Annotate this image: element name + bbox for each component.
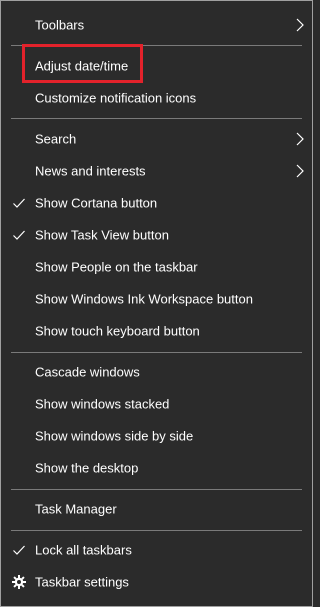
taskbar-context-menu: Toolbars Adjust date/time Customize noti… xyxy=(0,0,313,607)
menu-item-adjust-date-time[interactable]: Adjust date/time xyxy=(1,50,312,82)
checkmark-icon xyxy=(13,198,25,208)
checkmark-icon xyxy=(13,545,25,555)
menu-item-show-windows-side-by-side[interactable]: Show windows side by side xyxy=(1,420,312,452)
menu-item-cascade-windows[interactable]: Cascade windows xyxy=(1,356,312,388)
menu-item-customize-notification-icons[interactable]: Customize notification icons xyxy=(1,82,312,114)
menu-item-label: Show touch keyboard button xyxy=(35,323,200,339)
menu-separator xyxy=(11,352,302,353)
menu-item-taskbar-settings[interactable]: Taskbar settings xyxy=(1,566,312,598)
menu-separator xyxy=(11,489,302,490)
menu-item-show-the-desktop[interactable]: Show the desktop xyxy=(1,452,312,484)
menu-item-show-people-on-taskbar[interactable]: Show People on the taskbar xyxy=(1,251,312,283)
menu-item-label: Show Task View button xyxy=(35,227,169,243)
menu-item-toolbars[interactable]: Toolbars xyxy=(1,9,312,41)
gear-icon xyxy=(12,575,26,589)
menu-item-label: Toolbars xyxy=(35,17,85,33)
menu-item-show-windows-ink-workspace-button[interactable]: Show Windows Ink Workspace button xyxy=(1,283,312,315)
checkmark-icon xyxy=(13,230,25,240)
menu-item-label: Lock all taskbars xyxy=(35,542,132,558)
menu-separator xyxy=(11,45,302,46)
menu-item-search[interactable]: Search xyxy=(1,123,312,155)
menu-item-label: Adjust date/time xyxy=(35,58,129,74)
menu-item-label: Task Manager xyxy=(35,501,117,517)
menu-item-news-and-interests[interactable]: News and interests xyxy=(1,155,312,187)
menu-item-show-task-view-button[interactable]: Show Task View button xyxy=(1,219,312,251)
menu-item-label: Taskbar settings xyxy=(35,574,129,590)
menu-item-label: Search xyxy=(35,131,77,147)
menu-item-label: Show windows stacked xyxy=(35,396,170,412)
menu-item-label: Show the desktop xyxy=(35,460,139,476)
menu-item-label: Customize notification icons xyxy=(35,90,197,106)
menu-item-show-windows-stacked[interactable]: Show windows stacked xyxy=(1,388,312,420)
menu-item-label: News and interests xyxy=(35,163,146,179)
chevron-right-icon xyxy=(296,164,304,178)
menu-item-label: Show Windows Ink Workspace button xyxy=(35,291,253,307)
menu-item-label: Cascade windows xyxy=(35,364,140,380)
menu-item-label: Show Cortana button xyxy=(35,195,158,211)
menu-item-show-cortana-button[interactable]: Show Cortana button xyxy=(1,187,312,219)
menu-separator xyxy=(11,530,302,531)
menu-item-show-touch-keyboard-button[interactable]: Show touch keyboard button xyxy=(1,315,312,347)
chevron-right-icon xyxy=(296,18,304,32)
chevron-right-icon xyxy=(296,132,304,146)
menu-item-task-manager[interactable]: Task Manager xyxy=(1,493,312,525)
menu-item-label: Show windows side by side xyxy=(35,428,194,444)
menu-separator xyxy=(11,118,302,119)
menu-item-label: Show People on the taskbar xyxy=(35,259,198,275)
menu-item-lock-all-taskbars[interactable]: Lock all taskbars xyxy=(1,534,312,566)
